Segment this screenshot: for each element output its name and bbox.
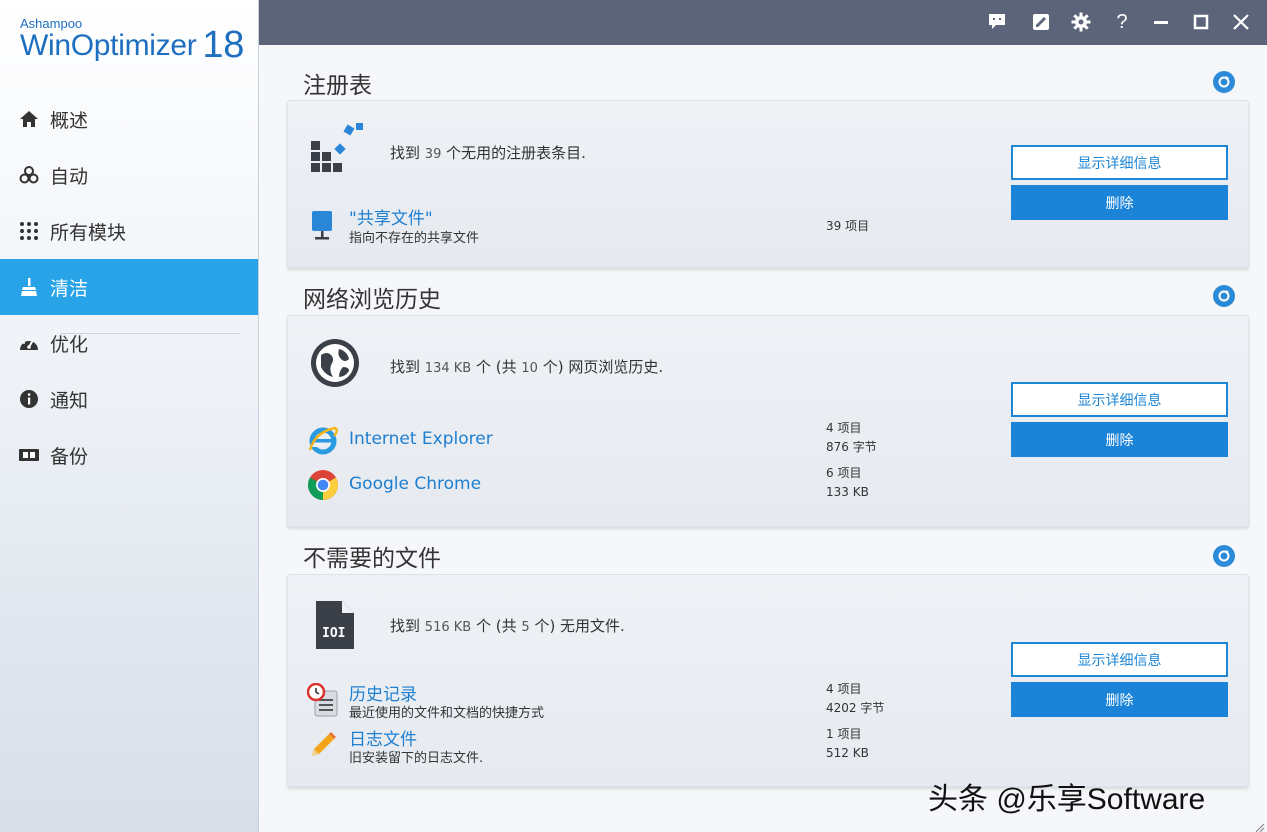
sidebar-item-label: 通知 xyxy=(50,389,89,412)
sidebar-nav: 概述 自动 所有模块 清洁 优化 通知 备份 xyxy=(0,91,258,483)
sidebar-item-notifications[interactable]: 通知 xyxy=(0,371,258,427)
summary-mid: 个 (共 xyxy=(475,617,517,635)
item-name-shared-files[interactable]: "共享文件" xyxy=(349,204,433,229)
close-icon[interactable] xyxy=(1226,7,1256,37)
help-icon[interactable]: ? xyxy=(1107,7,1137,37)
sidebar-item-label: 概述 xyxy=(50,109,89,132)
brand-version: 18 xyxy=(202,24,245,66)
summary-pre: 找到 xyxy=(390,144,421,162)
shared-folder-icon xyxy=(306,209,340,243)
registry-summary: 找到 39 个无用的注册表条目. xyxy=(390,142,586,163)
show-details-button[interactable]: 显示详细信息 xyxy=(1011,382,1228,417)
summary-size: 134 KB xyxy=(424,361,472,376)
show-details-button[interactable]: 显示详细信息 xyxy=(1011,145,1228,180)
minimize-icon[interactable] xyxy=(1146,7,1176,37)
section-title-unneeded-files: 不需要的文件 xyxy=(303,546,441,572)
summary-post: 个无用的注册表条目. xyxy=(446,144,586,162)
item-stat-count: 1 项目 xyxy=(826,727,862,741)
pencil-icon xyxy=(306,728,340,762)
delete-button[interactable]: 删除 xyxy=(1011,185,1228,220)
brand-main: WinOptimizer 18 xyxy=(20,26,244,64)
item-stats-chrome: 6 项目 133 KB xyxy=(826,464,869,502)
files-summary: 找到 516 KB 个 (共 5 个) 无用文件. xyxy=(390,615,625,636)
item-stats-log: 1 项目 512 KB xyxy=(826,725,869,763)
sidebar-item-label: 自动 xyxy=(50,165,89,188)
summary-count: 5 xyxy=(521,620,530,635)
item-stat-count: 6 项目 xyxy=(826,466,862,480)
biohazard-icon xyxy=(18,164,40,186)
item-stat-size: 512 KB xyxy=(826,746,869,760)
info-icon xyxy=(18,388,40,410)
item-desc-shared-files: 指向不存在的共享文件 xyxy=(349,231,480,246)
refresh-icon[interactable] xyxy=(1213,545,1235,567)
home-icon xyxy=(18,108,40,130)
globe-icon xyxy=(308,336,362,390)
sidebar-item-overview[interactable]: 概述 xyxy=(0,91,258,147)
edit-icon[interactable] xyxy=(1026,7,1056,37)
item-stat-size: 876 字节 xyxy=(826,440,877,454)
unneeded-files-panel: IOI 找到 516 KB 个 (共 5 个) 无用文件. 历史记录 最近使用的… xyxy=(287,574,1249,787)
item-stat-size: 4202 字节 xyxy=(826,701,885,715)
sidebar: Ashampoo WinOptimizer 18 概述 自动 所有模块 清洁 优… xyxy=(0,0,259,832)
sidebar-item-label: 所有模块 xyxy=(50,221,127,244)
browsing-history-panel: 找到 134 KB 个 (共 10 个) 网页浏览历史. Internet Ex… xyxy=(287,315,1249,527)
summary-count: 10 xyxy=(521,361,538,376)
watermark: 头条 @乐享Software xyxy=(928,783,1206,816)
speedometer-icon xyxy=(18,332,40,354)
delete-button[interactable]: 删除 xyxy=(1011,422,1228,457)
refresh-icon[interactable] xyxy=(1213,71,1235,93)
internet-explorer-icon xyxy=(306,423,340,457)
registry-icon xyxy=(308,123,366,177)
app-logo: Ashampoo WinOptimizer 18 xyxy=(20,16,244,64)
item-name-internet-explorer[interactable]: Internet Explorer xyxy=(349,429,493,449)
sidebar-item-label: 备份 xyxy=(50,445,89,468)
section-title-registry: 注册表 xyxy=(303,73,372,99)
summary-pre: 找到 xyxy=(390,617,421,635)
sidebar-item-optimize[interactable]: 优化 xyxy=(0,315,258,371)
grid-icon xyxy=(18,220,40,242)
section-title-browsing-history: 网络浏览历史 xyxy=(303,287,441,313)
show-details-button[interactable]: 显示详细信息 xyxy=(1011,642,1228,677)
sidebar-item-auto[interactable]: 自动 xyxy=(0,147,258,203)
summary-post: 个) 网页浏览历史. xyxy=(542,358,664,376)
item-desc-history: 最近使用的文件和文档的快捷方式 xyxy=(349,706,545,721)
item-name-google-chrome[interactable]: Google Chrome xyxy=(349,474,481,494)
item-stats-ie: 4 项目 876 字节 xyxy=(826,419,877,457)
summary-size: 516 KB xyxy=(424,620,472,635)
history-clock-icon xyxy=(306,683,340,717)
sidebar-item-label: 清洁 xyxy=(50,277,89,300)
item-stat-count: 4 项目 xyxy=(826,421,862,435)
refresh-icon[interactable] xyxy=(1213,285,1235,307)
registry-panel: 找到 39 个无用的注册表条目. "共享文件" 指向不存在的共享文件 39 项目… xyxy=(287,100,1249,268)
google-chrome-icon xyxy=(306,468,340,502)
summary-count: 39 xyxy=(424,147,442,162)
item-desc-log-files: 旧安装留下的日志文件. xyxy=(349,751,484,766)
sidebar-item-backup[interactable]: 备份 xyxy=(0,427,258,483)
item-stat-count: 39 项目 xyxy=(826,219,870,233)
sidebar-divider xyxy=(60,333,240,334)
chat-icon[interactable] xyxy=(982,7,1012,37)
item-stats-history: 4 项目 4202 字节 xyxy=(826,680,884,718)
backup-icon xyxy=(18,444,40,466)
main-content: 注册表 找到 39 个无用的注册表条目. "共享文件" 指向不存在的共享文件 3… xyxy=(259,45,1267,832)
resize-grip-icon[interactable] xyxy=(1253,818,1265,832)
broom-icon xyxy=(18,276,40,298)
browsing-summary: 找到 134 KB 个 (共 10 个) 网页浏览历史. xyxy=(390,356,663,377)
item-stat-size: 133 KB xyxy=(826,485,869,499)
sidebar-item-clean[interactable]: 清洁 xyxy=(0,259,258,315)
brand-name: WinOptimizer xyxy=(20,29,197,62)
sidebar-item-all-modules[interactable]: 所有模块 xyxy=(0,203,258,259)
svg-text:IOI: IOI xyxy=(322,626,345,641)
gear-icon[interactable] xyxy=(1066,7,1096,37)
binary-file-icon: IOI xyxy=(312,597,358,653)
summary-post: 个) 无用文件. xyxy=(534,617,625,635)
summary-pre: 找到 xyxy=(390,358,421,376)
summary-mid: 个 (共 xyxy=(475,358,517,376)
item-stat-count: 4 项目 xyxy=(826,682,862,696)
title-bar: ? xyxy=(259,0,1267,45)
delete-button[interactable]: 删除 xyxy=(1011,682,1228,717)
maximize-icon[interactable] xyxy=(1186,7,1216,37)
